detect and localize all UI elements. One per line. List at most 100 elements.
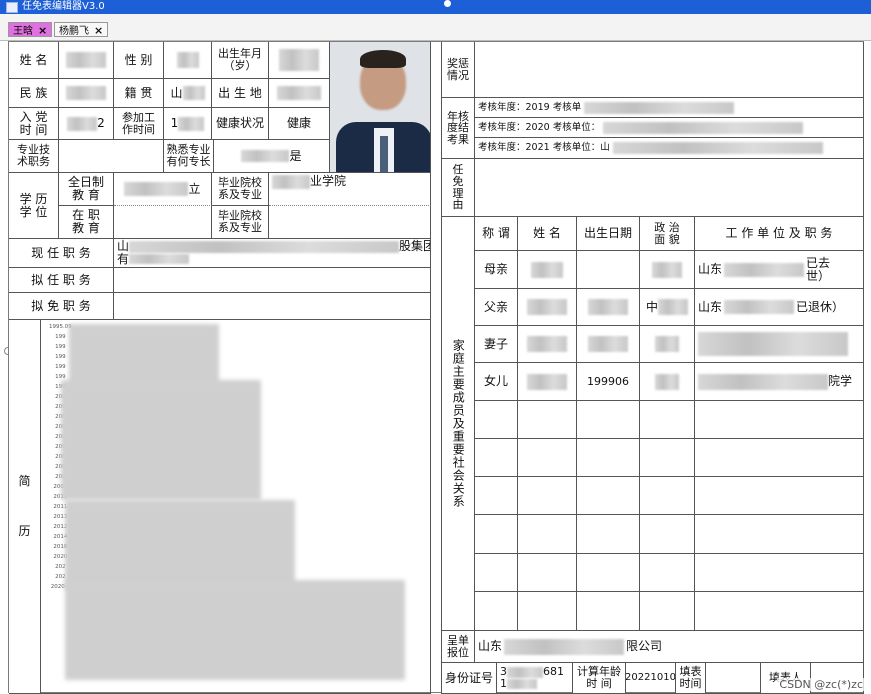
birthplace-value[interactable] xyxy=(269,79,330,108)
family-name[interactable] xyxy=(518,477,577,515)
family-unit[interactable] xyxy=(695,592,864,631)
family-unit[interactable]: 院学 xyxy=(695,363,864,401)
current-post-value[interactable]: 山股集团 有 xyxy=(114,239,431,268)
fill-time-value[interactable] xyxy=(706,663,761,694)
family-party[interactable] xyxy=(640,363,695,401)
family-unit[interactable]: 山东 已退休） xyxy=(695,289,864,326)
parttime-edu-value[interactable] xyxy=(114,206,212,239)
family-birth[interactable] xyxy=(577,401,640,439)
family-relation[interactable] xyxy=(475,515,518,554)
resume-content[interactable]: 1995.09199199199199199199200200200200200… xyxy=(41,320,431,694)
family-name[interactable] xyxy=(518,554,577,592)
family-unit-tail: 已去 世） xyxy=(806,255,831,283)
family-unit[interactable] xyxy=(695,326,864,363)
current-post-text-2: 有 xyxy=(117,252,130,266)
health-value[interactable]: 健康 xyxy=(269,108,330,140)
family-unit[interactable] xyxy=(695,401,864,439)
family-party[interactable]: 中 xyxy=(640,289,695,326)
family-party[interactable] xyxy=(640,439,695,477)
native-value[interactable]: 山 xyxy=(164,79,212,108)
photo-tie xyxy=(380,136,388,172)
family-unit[interactable] xyxy=(695,477,864,515)
family-relation[interactable] xyxy=(475,592,518,631)
party-value[interactable]: 2 xyxy=(59,108,114,140)
family-relation[interactable] xyxy=(475,477,518,515)
family-birth[interactable] xyxy=(577,554,640,592)
family-relation[interactable]: 女儿 xyxy=(475,363,518,401)
current-post-label: 现 任 职 务 xyxy=(9,239,114,268)
portrait-photo[interactable] xyxy=(330,42,431,173)
redacted-family-unit xyxy=(724,300,795,314)
family-party[interactable] xyxy=(640,592,695,631)
family-birth[interactable] xyxy=(577,439,640,477)
family-unit-tail: 院学 xyxy=(828,374,853,389)
redacted-work-start xyxy=(178,116,205,131)
family-unit[interactable] xyxy=(695,515,864,554)
window-resize-handle[interactable] xyxy=(444,0,451,7)
skill-value[interactable]: 是 xyxy=(214,140,330,173)
school-value-2[interactable] xyxy=(269,206,431,239)
family-birth[interactable] xyxy=(577,251,640,289)
family-relation[interactable] xyxy=(475,439,518,477)
proposed-remove-value[interactable] xyxy=(114,293,431,320)
family-unit[interactable]: 山东 已去 世） xyxy=(695,251,864,289)
family-relation[interactable] xyxy=(475,401,518,439)
report-unit-value[interactable]: 山东 限公司 xyxy=(475,631,864,663)
report-unit-text: 山东 xyxy=(478,639,503,654)
family-party[interactable] xyxy=(640,251,695,289)
removal-reason-value[interactable] xyxy=(475,159,864,217)
family-party[interactable] xyxy=(640,401,695,439)
family-party[interactable] xyxy=(640,326,695,363)
family-party[interactable] xyxy=(640,554,695,592)
family-birth[interactable] xyxy=(577,326,640,363)
family-birth[interactable] xyxy=(577,592,640,631)
ethnic-value[interactable] xyxy=(59,79,114,108)
family-header-unit: 工 作 单 位 及 职 务 xyxy=(695,217,864,251)
family-birth[interactable] xyxy=(577,289,640,326)
calc-age-time-value[interactable]: 20221010 xyxy=(626,663,676,694)
family-name[interactable] xyxy=(518,439,577,477)
family-name[interactable] xyxy=(518,592,577,631)
proposed-post-label: 拟 任 职 务 xyxy=(9,268,114,293)
family-party[interactable] xyxy=(640,477,695,515)
family-name[interactable] xyxy=(518,326,577,363)
family-relation[interactable]: 父亲 xyxy=(475,289,518,326)
family-relation[interactable]: 母亲 xyxy=(475,251,518,289)
family-name[interactable] xyxy=(518,251,577,289)
family-relation[interactable]: 妻子 xyxy=(475,326,518,363)
family-relation[interactable] xyxy=(475,554,518,592)
appraisal-row-3[interactable]: 考核年度：2021 考核单位：山 xyxy=(475,138,864,159)
tab-wanghan[interactable]: 王晗 × xyxy=(8,22,53,37)
tab-yangpengfei[interactable]: 杨鹏飞 × xyxy=(54,22,109,37)
calc-age-time-label: 计算年龄 时 间 xyxy=(573,663,626,694)
family-unit[interactable] xyxy=(695,554,864,592)
family-party[interactable] xyxy=(640,515,695,554)
gender-value[interactable] xyxy=(164,42,212,79)
tech-title-value[interactable] xyxy=(59,140,164,173)
family-name[interactable] xyxy=(518,289,577,326)
family-birth[interactable] xyxy=(577,477,640,515)
school-value-1[interactable]: 业学院 xyxy=(269,173,431,206)
birth-value[interactable] xyxy=(269,42,330,79)
fulltime-edu-text: 立 xyxy=(188,181,201,196)
family-name[interactable] xyxy=(518,363,577,401)
redacted-ethnic xyxy=(66,86,106,100)
family-birth[interactable] xyxy=(577,515,640,554)
appraisal-row-text: 考核年度：2020 考核单位： xyxy=(478,121,601,133)
family-name[interactable] xyxy=(518,515,577,554)
close-icon[interactable]: × xyxy=(94,24,103,37)
proposed-post-value[interactable] xyxy=(114,268,431,293)
family-name[interactable] xyxy=(518,401,577,439)
redacted-birthplace xyxy=(277,86,321,100)
family-unit[interactable] xyxy=(695,439,864,477)
appointment-form: 姓 名 性 别 出生年月 （岁） 民 族 籍 贯 山 出 生 地 入 党 时 间… xyxy=(8,41,864,694)
appraisal-row-1[interactable]: 考核年度：2019 考核单 xyxy=(475,98,864,118)
id-number-value[interactable]: 3 681 1 xyxy=(497,663,573,694)
awards-value[interactable] xyxy=(475,42,864,98)
fulltime-edu-value[interactable]: 立 xyxy=(114,173,212,206)
close-icon[interactable]: × xyxy=(38,24,47,37)
name-value[interactable] xyxy=(59,42,114,79)
work-start-value[interactable]: 1 xyxy=(164,108,212,140)
appraisal-row-2[interactable]: 考核年度：2020 考核单位： xyxy=(475,118,864,138)
family-birth[interactable]: 199906 xyxy=(577,363,640,401)
